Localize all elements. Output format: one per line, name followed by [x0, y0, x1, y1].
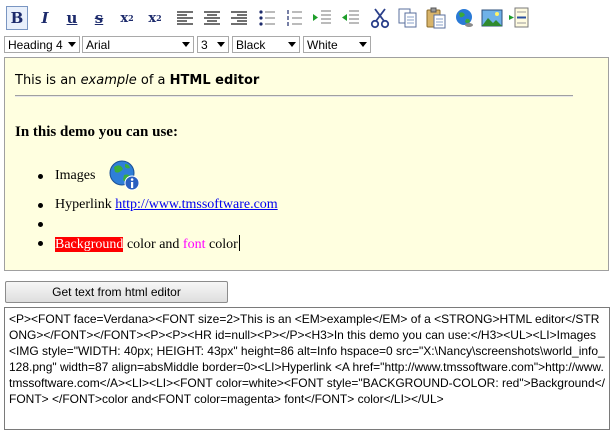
font-size-select[interactable]: 3 [197, 36, 229, 53]
bullet-list-button[interactable] [256, 6, 278, 30]
bold-button[interactable]: B [6, 6, 28, 30]
numbered-list-button[interactable] [283, 6, 305, 30]
font-color-select[interactable]: Black [232, 36, 300, 53]
intro-line: This is an example of a HTML editor [15, 73, 259, 88]
align-right-icon [231, 11, 247, 25]
strikethrough-label: s [94, 9, 104, 27]
get-text-button-label: Get text from html editor [52, 285, 181, 299]
images-text: Images [55, 168, 96, 183]
indent-button[interactable] [311, 6, 333, 30]
insert-line-button[interactable] [508, 6, 530, 30]
italic-label: I [41, 9, 49, 27]
numbered-list-icon [287, 10, 302, 26]
subscript-label: x [120, 10, 129, 26]
align-right-button[interactable] [228, 6, 250, 30]
font-select[interactable]: Arial [82, 36, 194, 53]
globe-link-icon [456, 9, 473, 27]
align-center-button[interactable] [201, 6, 223, 30]
html-editor[interactable]: This is an example of a HTML editor In t… [4, 57, 609, 271]
superscript-button[interactable]: x2 [144, 6, 166, 30]
font-value: Arial [86, 38, 111, 52]
underline-label: u [66, 9, 78, 27]
bullet [38, 203, 43, 208]
intro-em: example [80, 73, 137, 88]
outdent-button[interactable] [339, 6, 361, 30]
get-text-button[interactable]: Get text from html editor [5, 281, 228, 303]
copy-button[interactable] [397, 6, 419, 30]
superscript-mark: 2 [156, 13, 162, 23]
background-color-value: White [307, 38, 338, 52]
toolbar: B I u s x2 x2 [0, 0, 614, 36]
picture-icon [481, 9, 503, 27]
scissors-icon [370, 8, 390, 29]
align-left-icon [177, 11, 193, 25]
color-item: Background color and font color [55, 235, 240, 253]
chevron-down-icon [217, 42, 225, 47]
strikethrough-button[interactable]: s [88, 6, 110, 30]
editor-heading: In this demo you can use: [15, 124, 178, 140]
globe-info-icon [109, 160, 140, 191]
html-output-textarea[interactable]: <P><FONT face=Verdana><FONT size=2>This … [4, 307, 610, 430]
intro-strong: HTML editor [169, 73, 260, 88]
subscript-button[interactable]: x2 [116, 6, 138, 30]
insert-image-button[interactable] [481, 6, 503, 30]
paste-button[interactable] [425, 6, 447, 30]
horizontal-rule [15, 95, 573, 97]
chevron-down-icon [182, 42, 190, 47]
copy-icon [398, 8, 417, 28]
underline-button[interactable]: u [61, 6, 83, 30]
bullet-list-icon [259, 10, 275, 26]
color-mid: color and [123, 237, 183, 252]
align-left-button[interactable] [174, 6, 196, 30]
bullet [38, 222, 43, 227]
outdent-icon [342, 10, 359, 24]
intro-pre: This is an [15, 73, 81, 88]
hyperlink-pre: Hyperlink [55, 197, 116, 212]
color-end: color [205, 237, 238, 252]
chevron-down-icon [288, 42, 296, 47]
insert-rule-icon [509, 7, 529, 28]
hyperlink-link[interactable]: http://www.tmssoftware.com [115, 197, 277, 212]
superscript-label: x [148, 10, 157, 26]
bold-label: B [10, 9, 24, 27]
hyperlink-item: Hyperlink http://www.tmssoftware.com [55, 197, 278, 213]
align-center-icon [204, 11, 220, 25]
insert-hyperlink-button[interactable] [454, 6, 476, 30]
font-color-value: Black [236, 38, 266, 52]
subscript-mark: 2 [128, 13, 134, 23]
background-text: Background [55, 237, 124, 252]
text-caret [238, 235, 240, 251]
cut-button[interactable] [369, 6, 391, 30]
font-text: font [182, 237, 206, 252]
intro-mid: of a [136, 73, 170, 88]
heading-value: Heading 4 [8, 38, 63, 52]
indent-icon [313, 10, 331, 24]
paste-icon [426, 7, 446, 29]
chevron-down-icon [359, 42, 367, 47]
font-size-value: 3 [201, 38, 208, 52]
heading-select[interactable]: Heading 4 [4, 36, 80, 53]
background-color-select[interactable]: White [303, 36, 371, 53]
italic-button[interactable]: I [34, 6, 56, 30]
bullet [38, 241, 43, 246]
bullet [38, 174, 43, 179]
chevron-down-icon [68, 42, 76, 47]
